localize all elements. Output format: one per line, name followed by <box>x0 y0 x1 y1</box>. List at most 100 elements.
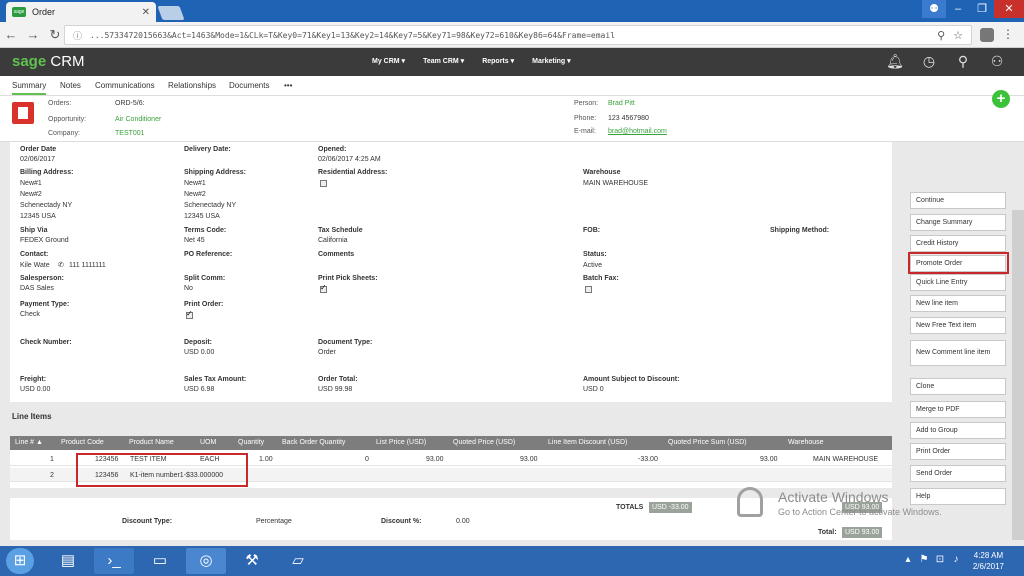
col-line-number[interactable]: Line # ▲ <box>15 439 43 446</box>
comments-label: Comments <box>318 251 355 258</box>
chrome-icon[interactable]: ◎ <box>186 548 226 574</box>
clone-button[interactable]: Clone <box>910 378 1006 395</box>
new-tab-button[interactable] <box>157 6 185 20</box>
browser-tabstrip: sage Order ✕ ⚉ – ❐ ✕ <box>0 0 1024 22</box>
recent-clock-icon[interactable]: ◷ <box>912 53 946 70</box>
tab-more[interactable]: ••• <box>284 81 292 90</box>
info-icon[interactable]: ⓘ <box>73 29 82 42</box>
new-line-item-button[interactable]: New line item <box>910 295 1006 312</box>
system-tray: ▴ ⚑ ⊡ ♪ <box>900 554 964 565</box>
tab-documents[interactable]: Documents <box>229 81 269 90</box>
address-url[interactable]: ...5733472015663&Act=1463&Mode=1&CLk=T&K… <box>90 31 929 40</box>
discount-percent-label: Discount %: <box>381 518 422 525</box>
maximize-button[interactable]: ❐ <box>970 0 994 18</box>
opportunity-link[interactable]: Air Conditioner <box>115 116 161 123</box>
address-bar[interactable]: ⓘ ...5733472015663&Act=1463&Mode=1&CLk=T… <box>64 25 972 45</box>
col-product-name[interactable]: Product Name <box>129 439 174 446</box>
tray-up-arrow-icon[interactable]: ▴ <box>900 554 916 565</box>
col-line-discount[interactable]: Line Item Discount (USD) <box>548 439 627 446</box>
start-button-icon[interactable]: ⊞ <box>6 548 34 574</box>
col-product-code[interactable]: Product Code <box>61 439 104 446</box>
email-link[interactable]: brad@hotmail.com <box>608 128 667 135</box>
menu-reports[interactable]: Reports ▾ <box>482 57 514 65</box>
tab-notes[interactable]: Notes <box>60 81 81 90</box>
col-quantity[interactable]: Quantity <box>238 439 264 446</box>
col-list-price[interactable]: List Price (USD) <box>376 439 426 446</box>
search-icon[interactable]: ⚲ <box>946 53 980 70</box>
tab-summary[interactable]: Summary <box>12 81 47 95</box>
shipping-line2: New#2 <box>184 191 206 198</box>
profile-icon[interactable]: ⚉ <box>922 0 946 18</box>
menu-team-crm[interactable]: Team CRM ▾ <box>423 57 464 65</box>
col-quoted-price-sum[interactable]: Quoted Price Sum (USD) <box>668 439 747 446</box>
discount-type-label: Discount Type: <box>122 518 173 525</box>
company-link[interactable]: TEST001 <box>115 130 145 137</box>
tab-relationships[interactable]: Relationships <box>168 81 216 90</box>
menu-marketing[interactable]: Marketing ▾ <box>532 57 571 65</box>
tab-close-icon[interactable]: ✕ <box>142 7 150 18</box>
billing-line3: Schenectady NY <box>20 202 73 209</box>
bookmark-star-icon[interactable]: ☆ <box>953 29 963 42</box>
reload-icon[interactable]: ↻ <box>44 27 66 43</box>
discount-percent-value: 0.00 <box>456 518 470 525</box>
cell-line: 2 <box>50 472 54 479</box>
col-back-order-qty[interactable]: Back Order Quantity <box>282 439 345 446</box>
new-comment-line-item-button[interactable]: New Comment line item <box>910 340 1006 366</box>
split-comm-label: Split Comm: <box>184 275 226 282</box>
watermark-subtitle: Go to Action Center to activate Windows. <box>778 507 942 517</box>
taskbar-clock[interactable]: 4:28 AM 2/6/2017 <box>973 550 1004 572</box>
tools-icon[interactable]: ⚒ <box>232 548 272 574</box>
print-order-button[interactable]: Print Order <box>910 443 1006 460</box>
back-arrow-icon[interactable]: ← <box>0 27 22 42</box>
user-icon[interactable]: ⚇ <box>980 53 1014 70</box>
extension-icon[interactable] <box>980 28 994 42</box>
warehouse-value: MAIN WAREHOUSE <box>583 180 649 187</box>
col-uom[interactable]: UOM <box>200 439 216 446</box>
payment-type-label: Payment Type: <box>20 301 70 308</box>
salesperson-label: Salesperson: <box>20 275 64 282</box>
zoom-icon[interactable]: ⚲ <box>937 29 945 42</box>
line-items-header: Line # ▲ Product Code Product Name UOM Q… <box>10 436 892 450</box>
forward-arrow-icon[interactable]: → <box>22 27 44 42</box>
notepad-icon[interactable]: ▱ <box>278 548 318 574</box>
col-quoted-price[interactable]: Quoted Price (USD) <box>453 439 515 446</box>
merge-to-pdf-button[interactable]: Merge to PDF <box>910 401 1006 418</box>
send-order-button[interactable]: Send Order <box>910 465 1006 482</box>
browser-tab-order[interactable]: sage Order ✕ <box>6 2 156 22</box>
vertical-scrollbar[interactable] <box>1012 210 1024 540</box>
tray-flag-icon[interactable]: ⚑ <box>916 554 932 565</box>
notification-bell-icon[interactable]: 🔔︎ <box>878 53 912 70</box>
windows-watermark-icon <box>737 487 763 517</box>
tray-volume-icon[interactable]: ♪ <box>948 554 964 565</box>
sage-crm-logo[interactable]: sage CRM <box>12 53 85 70</box>
tab-communications[interactable]: Communications <box>95 81 155 90</box>
payment-type-value: Check <box>20 311 40 318</box>
menu-my-crm[interactable]: My CRM ▾ <box>372 57 405 65</box>
document-type-value: Order <box>318 349 336 356</box>
powershell-icon[interactable]: ›_ <box>94 548 134 574</box>
phone-value: 123 4567980 <box>608 115 649 122</box>
deposit-value: USD 0.00 <box>184 349 215 356</box>
contact-link[interactable]: Kile Wate <box>20 260 50 271</box>
sales-tax-value: USD 6.98 <box>184 386 215 393</box>
deposit-label: Deposit: <box>184 339 212 346</box>
quick-line-entry-button[interactable]: Quick Line Entry <box>910 274 1006 291</box>
tax-schedule-value: California <box>318 237 348 244</box>
total-label: Total: <box>818 529 837 536</box>
contact-label: Contact: <box>20 251 49 258</box>
change-summary-button[interactable]: Change Summary <box>910 214 1006 231</box>
minimize-button[interactable]: – <box>946 0 970 18</box>
col-warehouse[interactable]: Warehouse <box>788 439 824 446</box>
browser-menu-icon[interactable]: ⋮ <box>1002 27 1014 41</box>
new-free-text-item-button[interactable]: New Free Text item <box>910 317 1006 334</box>
person-link[interactable]: Brad Pitt <box>608 100 635 107</box>
check-number-label: Check Number: <box>20 339 72 346</box>
tray-network-icon[interactable]: ⊡ <box>932 554 948 565</box>
close-window-button[interactable]: ✕ <box>994 0 1024 18</box>
server-manager-icon[interactable]: ▤ <box>48 548 88 574</box>
credit-history-button[interactable]: Credit History <box>910 235 1006 252</box>
add-plus-icon[interactable]: + <box>992 90 1010 108</box>
continue-button[interactable]: Continue <box>910 192 1006 209</box>
file-explorer-icon[interactable]: ▭ <box>140 548 180 574</box>
add-to-group-button[interactable]: Add to Group <box>910 422 1006 439</box>
